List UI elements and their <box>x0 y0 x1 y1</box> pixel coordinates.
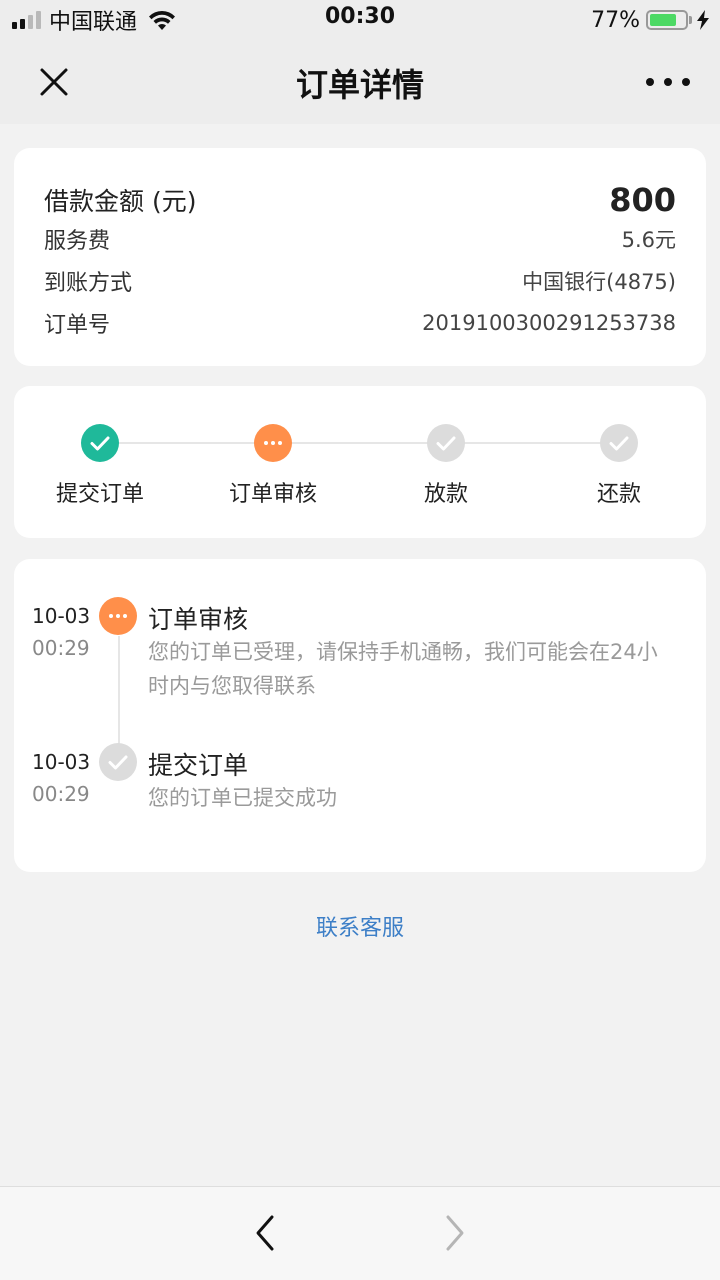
forward-arrow-icon[interactable] <box>438 1211 472 1255</box>
progress-step-label: 订单审核 <box>228 482 317 507</box>
check-icon <box>600 424 638 462</box>
browser-toolbar <box>0 1186 720 1280</box>
timeline-date: 10-03 <box>32 604 91 628</box>
more-dot <box>646 78 654 86</box>
more-dot <box>664 78 672 86</box>
progress-step-submit: 提交订单 <box>20 424 180 508</box>
charging-icon <box>697 10 709 30</box>
timeline-description: 您的订单已受理，请保持手机通畅，我们可能会在24小时内与您取得联系 <box>148 640 658 698</box>
timeline-description: 您的订单已提交成功 <box>148 786 337 810</box>
check-icon <box>99 743 137 781</box>
timeline-title: 订单审核 <box>148 605 249 634</box>
check-icon <box>81 424 119 462</box>
payout-method-row: 到账方式 中国银行(4875) <box>44 266 676 296</box>
nav-bar: 订单详情 <box>0 40 720 124</box>
order-number-row: 订单号 201910030029125373​8 <box>44 308 676 338</box>
check-icon <box>427 424 465 462</box>
pending-dots-icon <box>254 424 292 462</box>
progress-step-repay: 还款 <box>539 424 699 508</box>
progress-step-label: 提交订单 <box>55 482 144 507</box>
battery-icon <box>646 10 688 30</box>
fee-label: 服务费 <box>44 229 111 254</box>
order-number-label: 订单号 <box>44 313 111 338</box>
pending-dots-icon <box>99 597 137 635</box>
status-right: 77% <box>591 6 710 34</box>
more-dot <box>682 78 690 86</box>
back-arrow-icon[interactable] <box>248 1211 282 1255</box>
payout-method-label: 到账方式 <box>44 271 133 296</box>
fee-row: 服务费 5.6元 <box>44 224 676 254</box>
battery-fill <box>650 14 676 26</box>
timeline-title: 提交订单 <box>148 751 249 780</box>
more-menu-button[interactable] <box>646 72 690 92</box>
progress-step-disburse: 放款 <box>366 424 526 508</box>
amount-label: 借款金额 (元) <box>44 187 197 216</box>
contact-support-link[interactable]: 联系客服 <box>0 910 720 942</box>
amount-row: 借款金额 (元) 800 <box>44 178 676 222</box>
order-number-value: 201910030029125373​8 <box>422 311 676 335</box>
status-bar: 中国联通 00:30 77% <box>0 0 720 40</box>
order-progress-card: 提交订单 订单审核 放款 还款 <box>14 386 706 538</box>
fee-value: 5.6元 <box>621 228 676 252</box>
progress-step-label: 还款 <box>596 482 641 507</box>
battery-tip <box>689 16 692 24</box>
timeline-date: 10-03 <box>32 750 91 774</box>
progress-step-review: 订单审核 <box>193 424 353 508</box>
timeline-time: 00:29 <box>32 636 90 660</box>
amount-value: 800 <box>609 181 676 219</box>
page-title: 订单详情 <box>295 66 424 104</box>
payout-method-value: 中国银行(4875) <box>522 270 676 294</box>
loan-info-card: 借款金额 (元) 800 服务费 5.6元 到账方式 中国银行(4875) 订单… <box>14 148 706 366</box>
timeline-time: 00:29 <box>32 782 90 806</box>
battery-percent: 77% <box>591 7 640 33</box>
progress-step-label: 放款 <box>423 482 468 507</box>
